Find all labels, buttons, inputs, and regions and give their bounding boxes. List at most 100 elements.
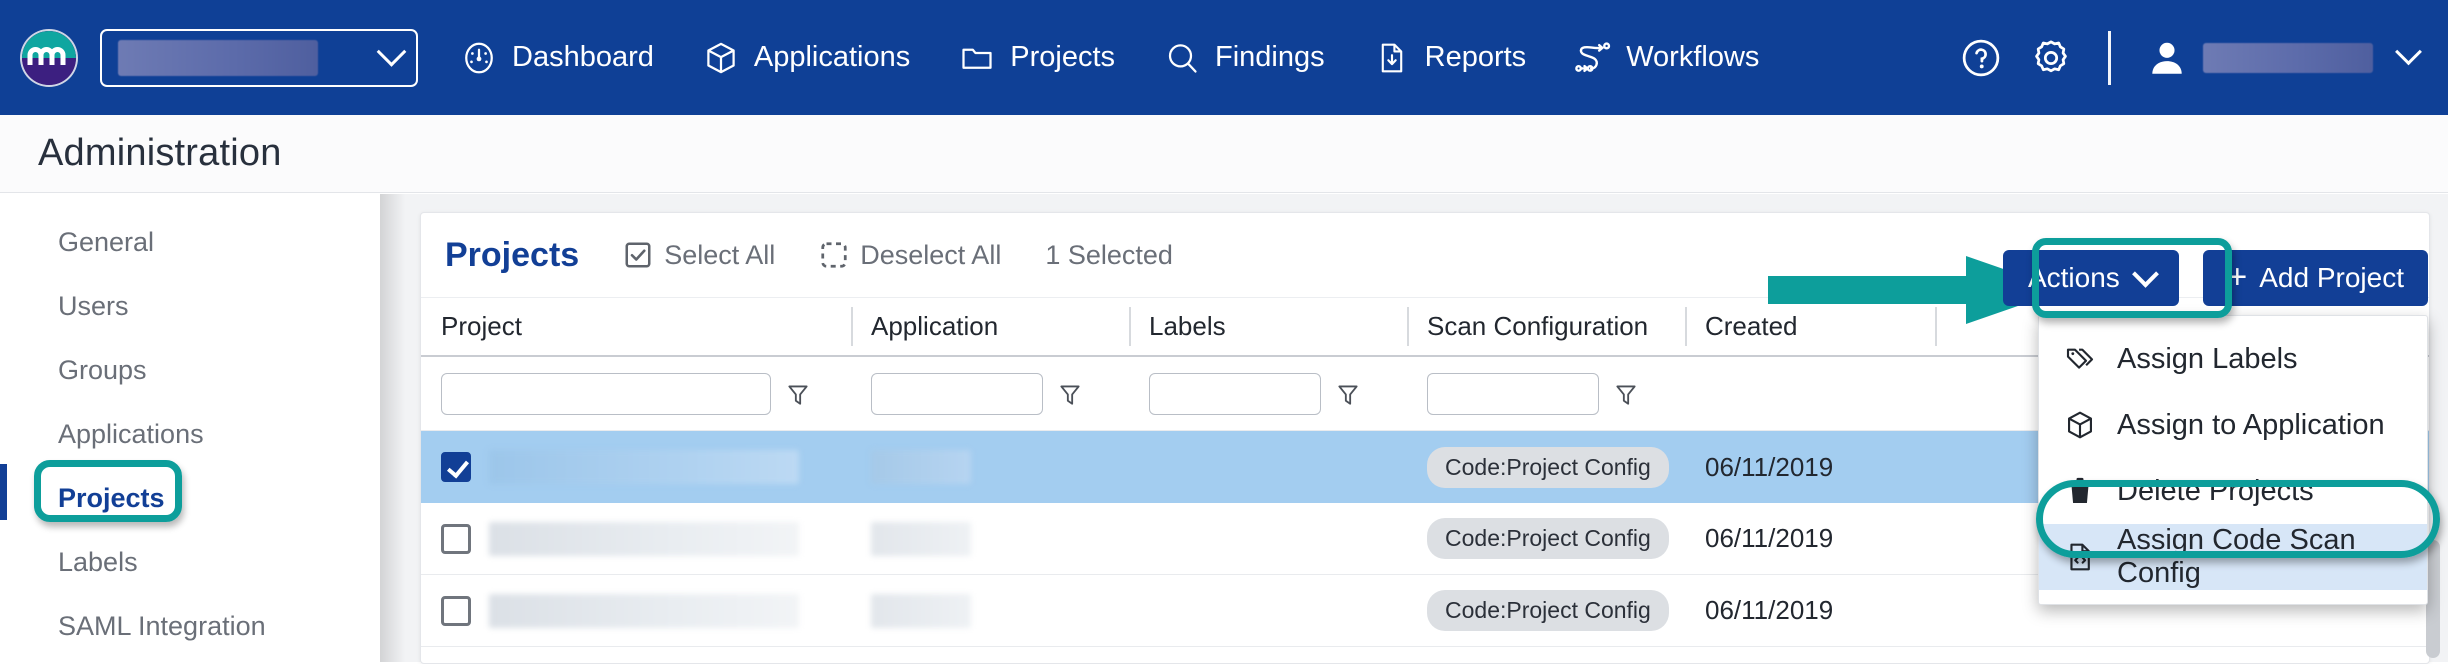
row-checkbox[interactable] xyxy=(441,596,471,626)
column-header-labels[interactable]: Labels xyxy=(1129,298,1407,355)
deselect-all-button[interactable]: Deselect All xyxy=(819,240,1001,271)
selected-count: 1 Selected xyxy=(1045,240,1173,271)
menu-item-label: Assign Code Scan Config xyxy=(2117,524,2427,590)
row-checkbox[interactable] xyxy=(441,452,471,482)
document-download-icon xyxy=(1373,39,1411,77)
menu-item-label: Assign Labels xyxy=(2117,343,2298,376)
user-icon[interactable] xyxy=(2145,36,2189,80)
funnel-icon[interactable] xyxy=(1057,381,1083,407)
checkbox-dashed-icon xyxy=(819,240,849,270)
funnel-icon[interactable] xyxy=(785,381,811,407)
sidebar-item-label: Groups xyxy=(58,355,147,386)
gear-icon[interactable] xyxy=(2028,35,2074,81)
application-name-redacted xyxy=(871,594,971,628)
sidebar-item-projects[interactable]: Projects xyxy=(0,466,380,530)
row-checkbox[interactable] xyxy=(441,524,471,554)
chevron-down-icon[interactable] xyxy=(2395,38,2422,65)
nav-item-label: Dashboard xyxy=(512,41,654,74)
nav-divider xyxy=(2108,31,2111,85)
projects-title: Projects xyxy=(445,236,579,275)
filter-input-project[interactable] xyxy=(441,373,771,415)
menu-item-delete-projects[interactable]: Delete Projects xyxy=(2039,458,2427,524)
actions-dropdown-menu: Assign Labels Assign to Application Dele… xyxy=(2038,315,2428,605)
sidebar-item-labels[interactable]: Labels xyxy=(0,530,380,594)
cube-icon xyxy=(2063,408,2097,442)
project-name-redacted xyxy=(489,450,799,484)
nav-item-label: Projects xyxy=(1010,41,1115,74)
page-header: Administration xyxy=(0,115,2448,193)
sidebar-item-label: Users xyxy=(58,291,129,322)
nav-item-reports[interactable]: Reports xyxy=(1373,39,1527,77)
menu-item-assign-to-application[interactable]: Assign to Application xyxy=(2039,392,2427,458)
organization-selector[interactable] xyxy=(100,29,418,87)
sidebar-item-applications[interactable]: Applications xyxy=(0,402,380,466)
sidebar-item-general[interactable]: General xyxy=(0,210,380,274)
vertical-scrollbar[interactable] xyxy=(2426,540,2440,658)
funnel-icon[interactable] xyxy=(1335,381,1361,407)
admin-sidebar: General Users Groups Applications Projec… xyxy=(0,194,380,662)
chevron-down-icon xyxy=(2132,260,2159,287)
actions-button[interactable]: Actions xyxy=(2003,250,2179,306)
created-date: 06/11/2019 xyxy=(1705,523,1833,554)
brand-logo[interactable] xyxy=(22,31,76,85)
menu-item-assign-code-scan-config[interactable]: Assign Code Scan Config xyxy=(2039,524,2427,590)
nav-item-dashboard[interactable]: Dashboard xyxy=(460,39,654,77)
add-project-label: Add Project xyxy=(2259,262,2404,294)
sidebar-item-label: General xyxy=(58,227,154,258)
content-divider xyxy=(380,194,416,662)
folder-icon xyxy=(958,39,996,77)
funnel-icon[interactable] xyxy=(1613,381,1639,407)
filter-input-labels[interactable] xyxy=(1149,373,1321,415)
project-name-redacted xyxy=(489,522,799,556)
created-date: 06/11/2019 xyxy=(1705,452,1833,483)
sidebar-item-label: Projects xyxy=(58,483,165,514)
checkbox-checked-icon xyxy=(623,240,653,270)
nav-items: Dashboard Applications Projects xyxy=(460,39,1807,77)
sidebar-item-saml-integration[interactable]: SAML Integration xyxy=(0,594,380,658)
code-file-icon xyxy=(2063,540,2097,574)
nav-item-applications[interactable]: Applications xyxy=(702,39,910,77)
menu-item-label: Assign to Application xyxy=(2117,409,2385,442)
plus-icon: + xyxy=(2227,264,2247,291)
trash-icon xyxy=(2063,474,2097,508)
add-project-button[interactable]: + Add Project xyxy=(2203,250,2428,306)
organization-name-redacted xyxy=(118,40,318,76)
tag-icon xyxy=(2063,342,2097,376)
project-name-redacted xyxy=(489,594,799,628)
nav-item-label: Findings xyxy=(1215,41,1325,74)
nav-right-group xyxy=(1934,0,2428,115)
nav-item-label: Reports xyxy=(1425,41,1527,74)
sidebar-item-label: Labels xyxy=(58,547,138,578)
gauge-icon xyxy=(460,39,498,77)
cube-icon xyxy=(702,39,740,77)
page-title: Administration xyxy=(38,132,282,175)
column-header-project[interactable]: Project xyxy=(421,298,851,355)
application-name-redacted xyxy=(871,522,971,556)
sidebar-item-label: SAML Integration xyxy=(58,611,266,642)
nav-item-workflows[interactable]: Workflows xyxy=(1574,39,1759,77)
filter-input-scan-configuration[interactable] xyxy=(1427,373,1599,415)
brand-logo-icon xyxy=(22,31,76,85)
select-all-button[interactable]: Select All xyxy=(623,240,775,271)
application-name-redacted xyxy=(871,450,971,484)
nav-item-label: Applications xyxy=(754,41,910,74)
scan-config-chip: Code:Project Config xyxy=(1427,590,1669,631)
column-header-scan-configuration[interactable]: Scan Configuration xyxy=(1407,298,1685,355)
actions-button-label: Actions xyxy=(2028,262,2120,294)
sidebar-item-label: Applications xyxy=(58,419,204,450)
user-name-redacted xyxy=(2203,43,2373,73)
sidebar-item-users[interactable]: Users xyxy=(0,274,380,338)
magnifier-icon xyxy=(1163,39,1201,77)
question-circle-icon[interactable] xyxy=(1958,35,2004,81)
nav-item-projects[interactable]: Projects xyxy=(958,39,1115,77)
menu-item-assign-labels[interactable]: Assign Labels xyxy=(2039,326,2427,392)
sidebar-item-groups[interactable]: Groups xyxy=(0,338,380,402)
created-date: 06/11/2019 xyxy=(1705,595,1833,626)
select-all-label: Select All xyxy=(664,240,775,271)
scan-config-chip: Code:Project Config xyxy=(1427,447,1669,488)
nav-item-label: Workflows xyxy=(1626,41,1759,74)
column-header-application[interactable]: Application xyxy=(851,298,1129,355)
nav-item-findings[interactable]: Findings xyxy=(1163,39,1325,77)
filter-input-application[interactable] xyxy=(871,373,1043,415)
top-navigation-bar: Dashboard Applications Projects xyxy=(0,0,2448,115)
